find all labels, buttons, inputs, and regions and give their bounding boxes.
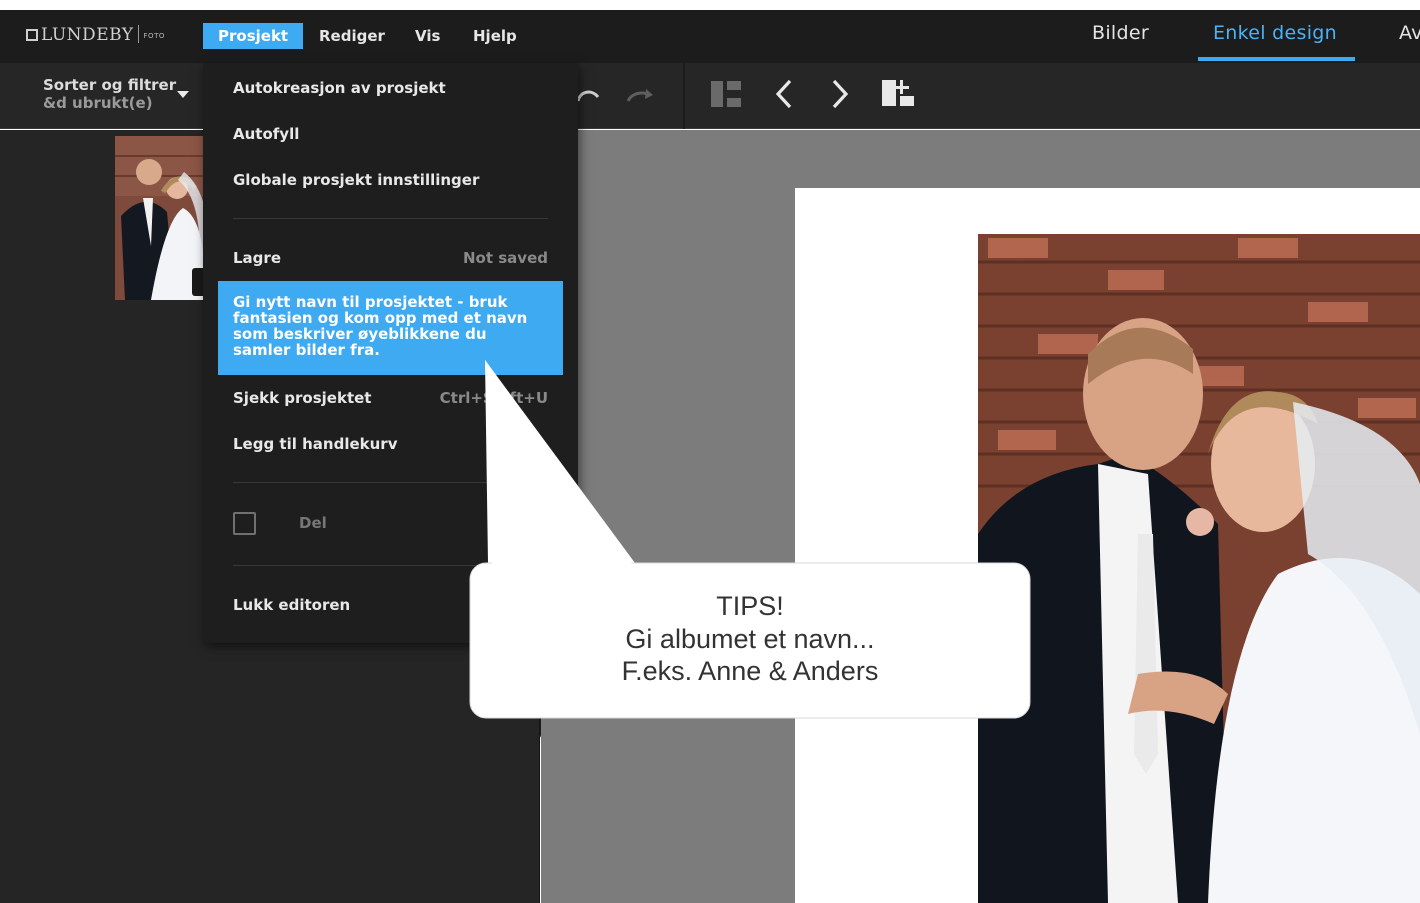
callout-bubble-shape bbox=[469, 360, 1031, 719]
callout-line-2: Gi albumet et navn... bbox=[625, 623, 875, 654]
callout-title: TIPS! bbox=[716, 591, 784, 621]
callout-line-3: F.eks. Anne & Anders bbox=[621, 656, 879, 686]
tips-callout: TIPS! Gi albumet et navn... F.eks. Anne … bbox=[470, 563, 1030, 718]
